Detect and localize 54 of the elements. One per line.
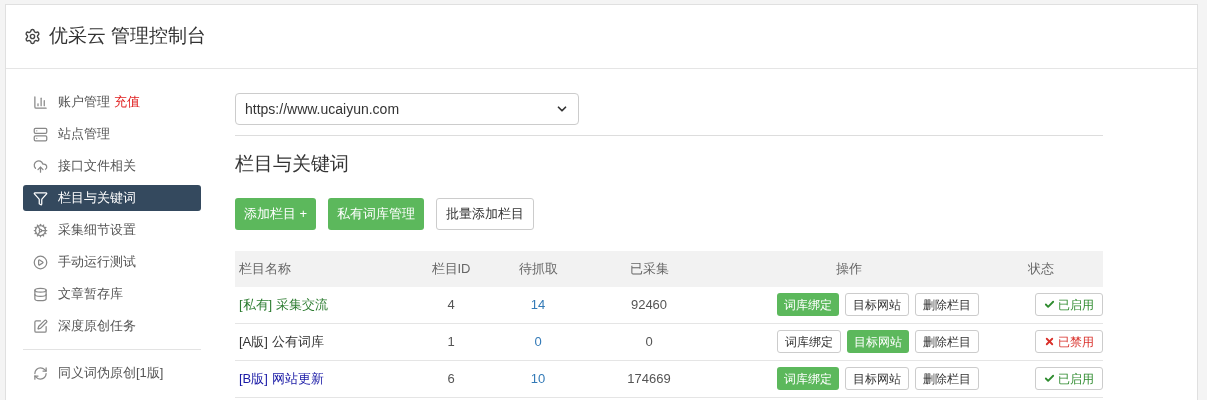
bar-chart-icon: [33, 94, 48, 110]
table-cell-text: 174669: [627, 369, 671, 388]
edit-icon: [33, 318, 48, 334]
cross-icon: [1044, 336, 1055, 347]
operation-button[interactable]: 删除栏目: [915, 293, 979, 316]
column-header: 待抓取: [518, 259, 558, 278]
console-title: 优采云 管理控制台: [49, 24, 207, 49]
operation-button[interactable]: 删除栏目: [915, 367, 979, 390]
column-header: 栏目名称: [238, 259, 291, 278]
check-icon: [1044, 299, 1055, 310]
sidebar-item[interactable]: 采集细节设置: [23, 217, 201, 243]
table-cell-text: 6: [447, 369, 455, 388]
section-title: 栏目与关键词: [235, 152, 350, 176]
column-name[interactable]: [B版] 网站更新: [235, 368, 324, 389]
database-icon: [33, 286, 48, 302]
column-name[interactable]: [A版] 公有词库: [235, 331, 324, 352]
operation-button[interactable]: 目标网站: [845, 367, 909, 390]
operation-button[interactable]: 词库绑定: [777, 330, 841, 353]
site-select[interactable]: https://www.ucaiyun.com: [235, 93, 579, 125]
operation-button[interactable]: 目标网站: [845, 293, 909, 316]
column-header: 状态: [1028, 259, 1054, 278]
column-header: 操作: [836, 259, 862, 278]
status-button[interactable]: 已启用: [1035, 293, 1103, 316]
pending-link[interactable]: 0: [534, 331, 542, 352]
table-cell-text: 92460: [630, 295, 668, 314]
recharge-link[interactable]: 充值: [114, 92, 140, 112]
pending-link[interactable]: 10: [530, 368, 546, 389]
sidebar-item[interactable]: 文章暂存库: [23, 281, 201, 307]
pending-link[interactable]: 14: [530, 294, 546, 315]
sidebar-item[interactable]: 接口文件相关: [23, 153, 201, 179]
action-button[interactable]: 批量添加栏目: [436, 197, 535, 230]
filter-icon: [33, 190, 48, 206]
status-button[interactable]: 已禁用: [1035, 330, 1103, 353]
play-icon: [33, 254, 48, 270]
status-button[interactable]: 已启用: [1035, 367, 1103, 390]
column-header: 栏目ID: [431, 259, 471, 278]
operation-button[interactable]: 删除栏目: [915, 330, 979, 353]
sidebar-item[interactable]: 手动运行测试: [23, 249, 201, 275]
settings-icon: [24, 28, 41, 45]
sidebar-item[interactable]: 深度原创任务: [23, 313, 201, 339]
column-header: 已采集: [629, 259, 669, 278]
sidebar-item[interactable]: 账户管理 充值: [23, 89, 201, 115]
table-cell-text: 4: [447, 295, 455, 314]
table-cell-text: 0: [645, 332, 653, 351]
gear-icon: [33, 222, 48, 238]
server-icon: [33, 126, 48, 142]
sidebar-item[interactable]: 栏目与关键词: [23, 185, 201, 211]
check-icon: [1044, 373, 1055, 384]
cloud-upload-icon: [33, 158, 48, 174]
sidebar-item[interactable]: 站点管理: [23, 121, 201, 147]
sidebar-item[interactable]: 同义词伪原创[1版]: [23, 360, 201, 386]
table-cell-text: 1: [447, 332, 455, 351]
column-name[interactable]: [私有] 采集交流: [235, 294, 328, 315]
refresh-icon: [33, 365, 48, 381]
